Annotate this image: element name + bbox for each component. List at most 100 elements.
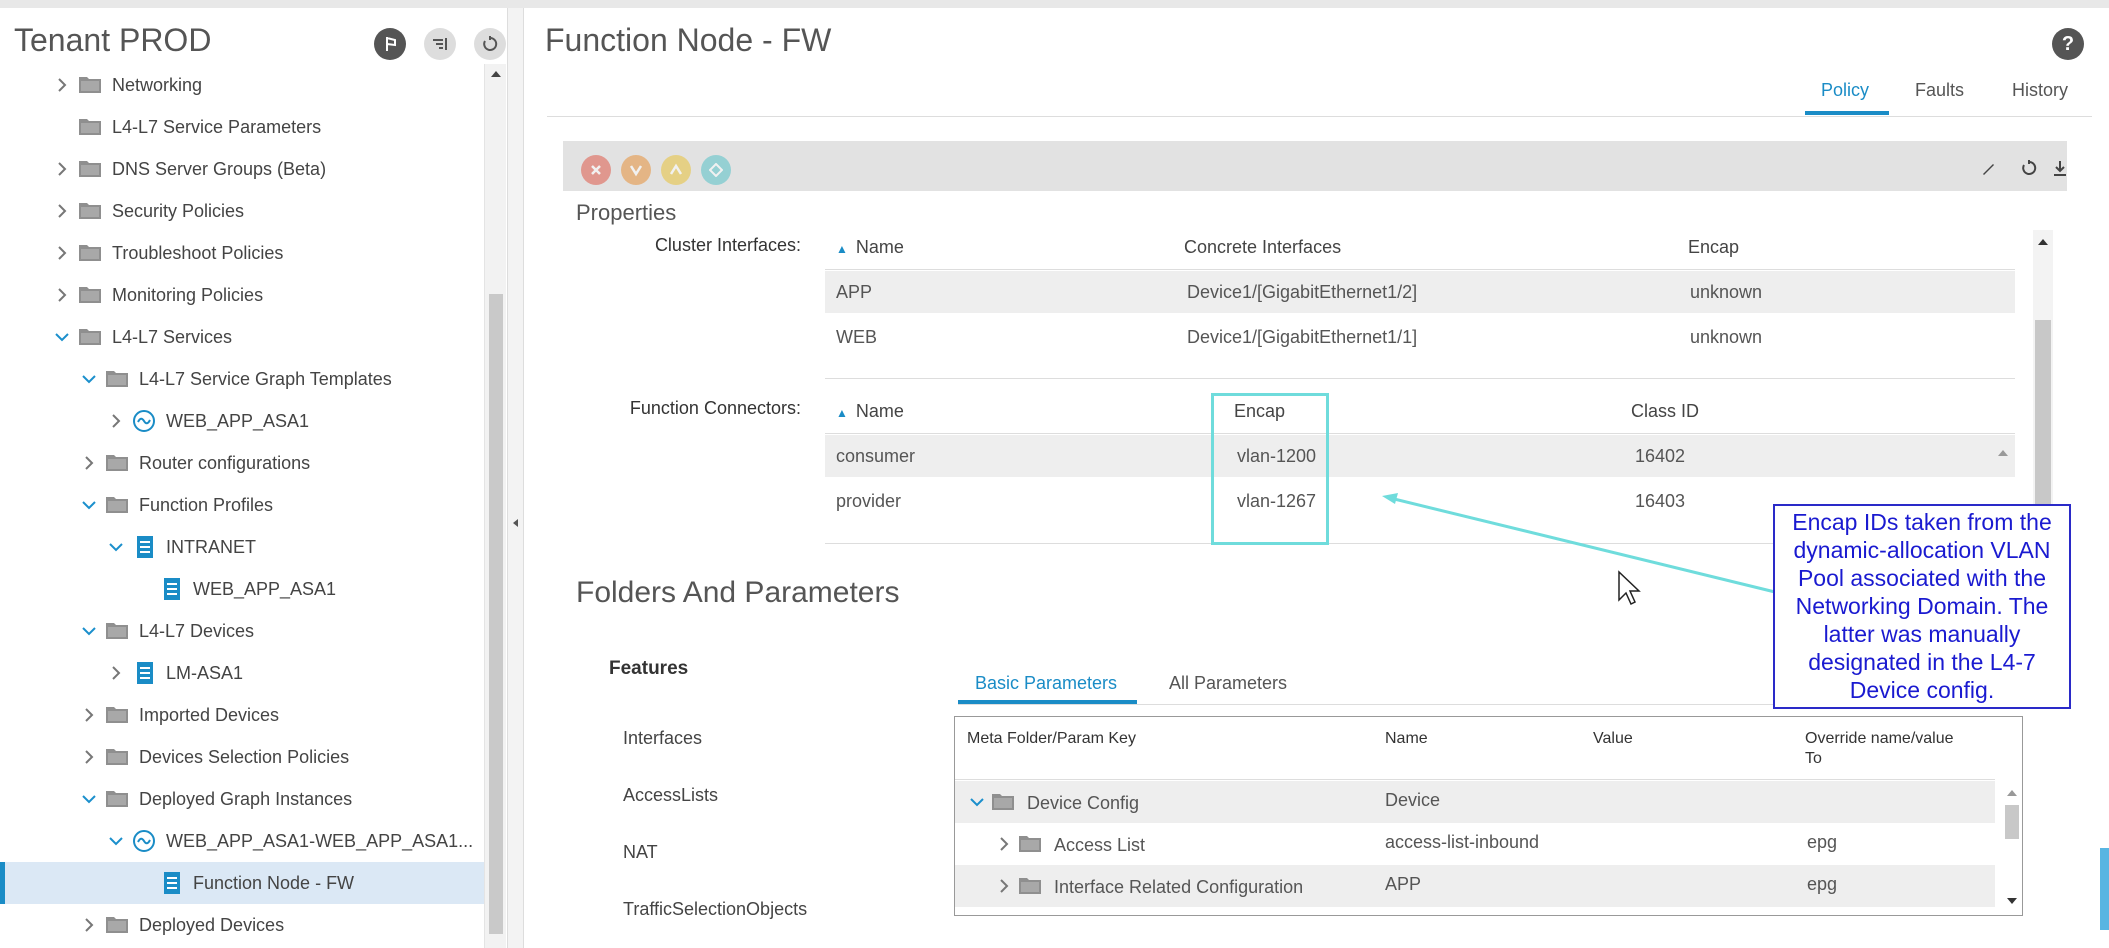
pane-splitter[interactable] bbox=[508, 8, 524, 948]
folder-icon bbox=[78, 244, 102, 262]
chevron-right-icon[interactable] bbox=[54, 287, 70, 303]
chevron-right-icon[interactable] bbox=[81, 455, 97, 471]
tree-item-function-node-fw[interactable]: Function Node - FW bbox=[0, 862, 484, 904]
tree-item-intranet[interactable]: INTRANET bbox=[0, 526, 484, 568]
tab-divider bbox=[958, 704, 1808, 705]
properties-scrollbar-thumb[interactable] bbox=[2035, 320, 2051, 510]
help-icon[interactable]: ? bbox=[2052, 28, 2084, 60]
tree-item-security-policies[interactable]: Security Policies bbox=[0, 190, 484, 232]
column-header-encap[interactable]: Encap bbox=[1688, 237, 1739, 258]
tab-policy[interactable]: Policy bbox=[1821, 80, 1869, 101]
chevron-down-icon[interactable] bbox=[108, 539, 124, 555]
nav-scrollbar[interactable] bbox=[484, 64, 506, 948]
edit-icon[interactable] bbox=[1976, 155, 2002, 181]
feature-accesslists[interactable]: AccessLists bbox=[623, 785, 718, 806]
nav-tree: Networking L4-L7 Service Parameters DNS … bbox=[0, 64, 484, 948]
tab-faults[interactable]: Faults bbox=[1915, 80, 1964, 101]
chevron-down-icon[interactable] bbox=[81, 623, 97, 639]
table-row[interactable]: APP Device1/[GigabitEthernet1/2] unknown bbox=[825, 271, 2015, 313]
refresh-icon[interactable] bbox=[2016, 155, 2042, 181]
scroll-up-icon[interactable] bbox=[490, 70, 502, 78]
refresh-icon[interactable] bbox=[474, 28, 506, 60]
chevron-down-icon[interactable] bbox=[108, 833, 124, 849]
chevron-right-icon[interactable] bbox=[81, 707, 97, 723]
chevron-right-icon[interactable] bbox=[108, 413, 124, 429]
parameters-table: Meta Folder/Param Key Name Value Overrid… bbox=[954, 716, 2023, 916]
toolbar bbox=[563, 141, 2067, 191]
table-row[interactable]: Interface Related Configuration APP epg bbox=[955, 865, 1995, 907]
tree-item-router-configurations[interactable]: Router configurations bbox=[0, 442, 484, 484]
column-header-to[interactable]: To bbox=[1805, 749, 1822, 769]
tree-item-label: DNS Server Groups (Beta) bbox=[112, 158, 327, 179]
table-row[interactable]: Access List access-list-inbound epg bbox=[955, 823, 1995, 865]
scroll-down-icon[interactable] bbox=[2006, 897, 2018, 905]
scroll-up-icon[interactable] bbox=[2006, 789, 2018, 797]
collapse-icon[interactable] bbox=[424, 28, 456, 60]
nav-scrollbar-thumb[interactable] bbox=[489, 294, 503, 934]
chevron-right-icon[interactable] bbox=[996, 836, 1012, 852]
table-row[interactable]: Device Config Device bbox=[955, 781, 1995, 823]
feature-interfaces[interactable]: Interfaces bbox=[623, 728, 702, 749]
chevron-right-icon[interactable] bbox=[54, 203, 70, 219]
column-header-name[interactable]: ▲ Name bbox=[836, 237, 904, 258]
column-header-override[interactable]: Override name/value bbox=[1805, 729, 1954, 749]
chevron-right-icon[interactable] bbox=[81, 749, 97, 765]
chevron-right-icon[interactable] bbox=[108, 665, 124, 681]
tree-item-graph-instance[interactable]: WEB_APP_ASA1-WEB_APP_ASA1... bbox=[0, 820, 484, 862]
tree-item-networking[interactable]: Networking bbox=[0, 64, 484, 106]
chevron-right-icon[interactable] bbox=[54, 161, 70, 177]
tree-item-lm-asa1[interactable]: LM-ASA1 bbox=[0, 652, 484, 694]
tab-history[interactable]: History bbox=[2012, 80, 2068, 101]
column-header-label: Name bbox=[855, 237, 904, 257]
column-header-name[interactable]: Name bbox=[1385, 729, 1428, 749]
cell-encap: unknown bbox=[1690, 282, 1763, 302]
column-header-concrete-interfaces[interactable]: Concrete Interfaces bbox=[1184, 237, 1341, 258]
tree-item-l4-l7-services[interactable]: L4-L7 Services bbox=[0, 316, 484, 358]
folder-icon bbox=[105, 370, 129, 388]
collapse-arrow-icon[interactable] bbox=[512, 518, 519, 528]
tab-divider bbox=[547, 116, 2092, 117]
chevron-down-icon[interactable] bbox=[54, 329, 70, 345]
feature-nat[interactable]: NAT bbox=[623, 842, 658, 863]
chevron-right-icon[interactable] bbox=[81, 917, 97, 933]
cell-param-name: access-list-inbound bbox=[1385, 832, 1540, 852]
scroll-up-icon[interactable] bbox=[1997, 449, 2009, 457]
tree-item-troubleshoot-policies[interactable]: Troubleshoot Policies bbox=[0, 232, 484, 274]
chevron-right-icon[interactable] bbox=[996, 878, 1012, 894]
scroll-up-icon[interactable] bbox=[2037, 238, 2049, 246]
column-header-class-id[interactable]: Class ID bbox=[1631, 401, 1699, 422]
chevron-right-icon[interactable] bbox=[54, 245, 70, 261]
column-header-name[interactable]: ▲ Name bbox=[836, 401, 904, 422]
chevron-down-icon[interactable] bbox=[969, 794, 985, 810]
tab-all-parameters[interactable]: All Parameters bbox=[1169, 673, 1287, 694]
top-band bbox=[0, 0, 2109, 8]
tree-item-function-profiles[interactable]: Function Profiles bbox=[0, 484, 484, 526]
column-header-meta-folder[interactable]: Meta Folder/Param Key bbox=[967, 729, 1136, 749]
tree-item-l4-l7-devices[interactable]: L4-L7 Devices bbox=[0, 610, 484, 652]
tree-item-devices-selection-policies[interactable]: Devices Selection Policies bbox=[0, 736, 484, 778]
tree-item-l4-l7-service-parameters[interactable]: L4-L7 Service Parameters bbox=[0, 106, 484, 148]
chevron-down-icon[interactable] bbox=[81, 371, 97, 387]
tree-item-service-graph-templates[interactable]: L4-L7 Service Graph Templates bbox=[0, 358, 484, 400]
chevron-down-icon[interactable] bbox=[81, 497, 97, 513]
parameters-scrollbar[interactable] bbox=[2002, 785, 2022, 915]
download-icon[interactable] bbox=[2047, 155, 2073, 181]
tree-item-label: WEB_APP_ASA1 bbox=[193, 578, 337, 599]
parameters-scrollbar-thumb[interactable] bbox=[2005, 805, 2019, 839]
properties-scrollbar[interactable] bbox=[2033, 230, 2053, 520]
chevron-down-icon[interactable] bbox=[81, 791, 97, 807]
tree-item-web-app-asa1-template[interactable]: WEB_APP_ASA1 bbox=[0, 400, 484, 442]
pin-icon[interactable] bbox=[374, 28, 406, 60]
tree-item-dns-server-groups[interactable]: DNS Server Groups (Beta) bbox=[0, 148, 484, 190]
tree-item-deployed-graph-instances[interactable]: Deployed Graph Instances bbox=[0, 778, 484, 820]
chevron-right-icon[interactable] bbox=[54, 77, 70, 93]
tree-item-imported-devices[interactable]: Imported Devices bbox=[0, 694, 484, 736]
tree-item-function-profile-web-app-asa1[interactable]: WEB_APP_ASA1 bbox=[0, 568, 484, 610]
column-header-value[interactable]: Value bbox=[1593, 729, 1633, 749]
tree-item-monitoring-policies[interactable]: Monitoring Policies bbox=[0, 274, 484, 316]
table-row[interactable]: WEB Device1/[GigabitEthernet1/1] unknown bbox=[825, 316, 2015, 358]
tree-item-deployed-devices[interactable]: Deployed Devices bbox=[0, 904, 484, 946]
feature-traffic-selection-objects[interactable]: TrafficSelectionObjects bbox=[623, 899, 807, 920]
table-row[interactable]: consumer vlan-1200 16402 bbox=[825, 435, 2015, 477]
tab-basic-parameters[interactable]: Basic Parameters bbox=[975, 673, 1117, 694]
